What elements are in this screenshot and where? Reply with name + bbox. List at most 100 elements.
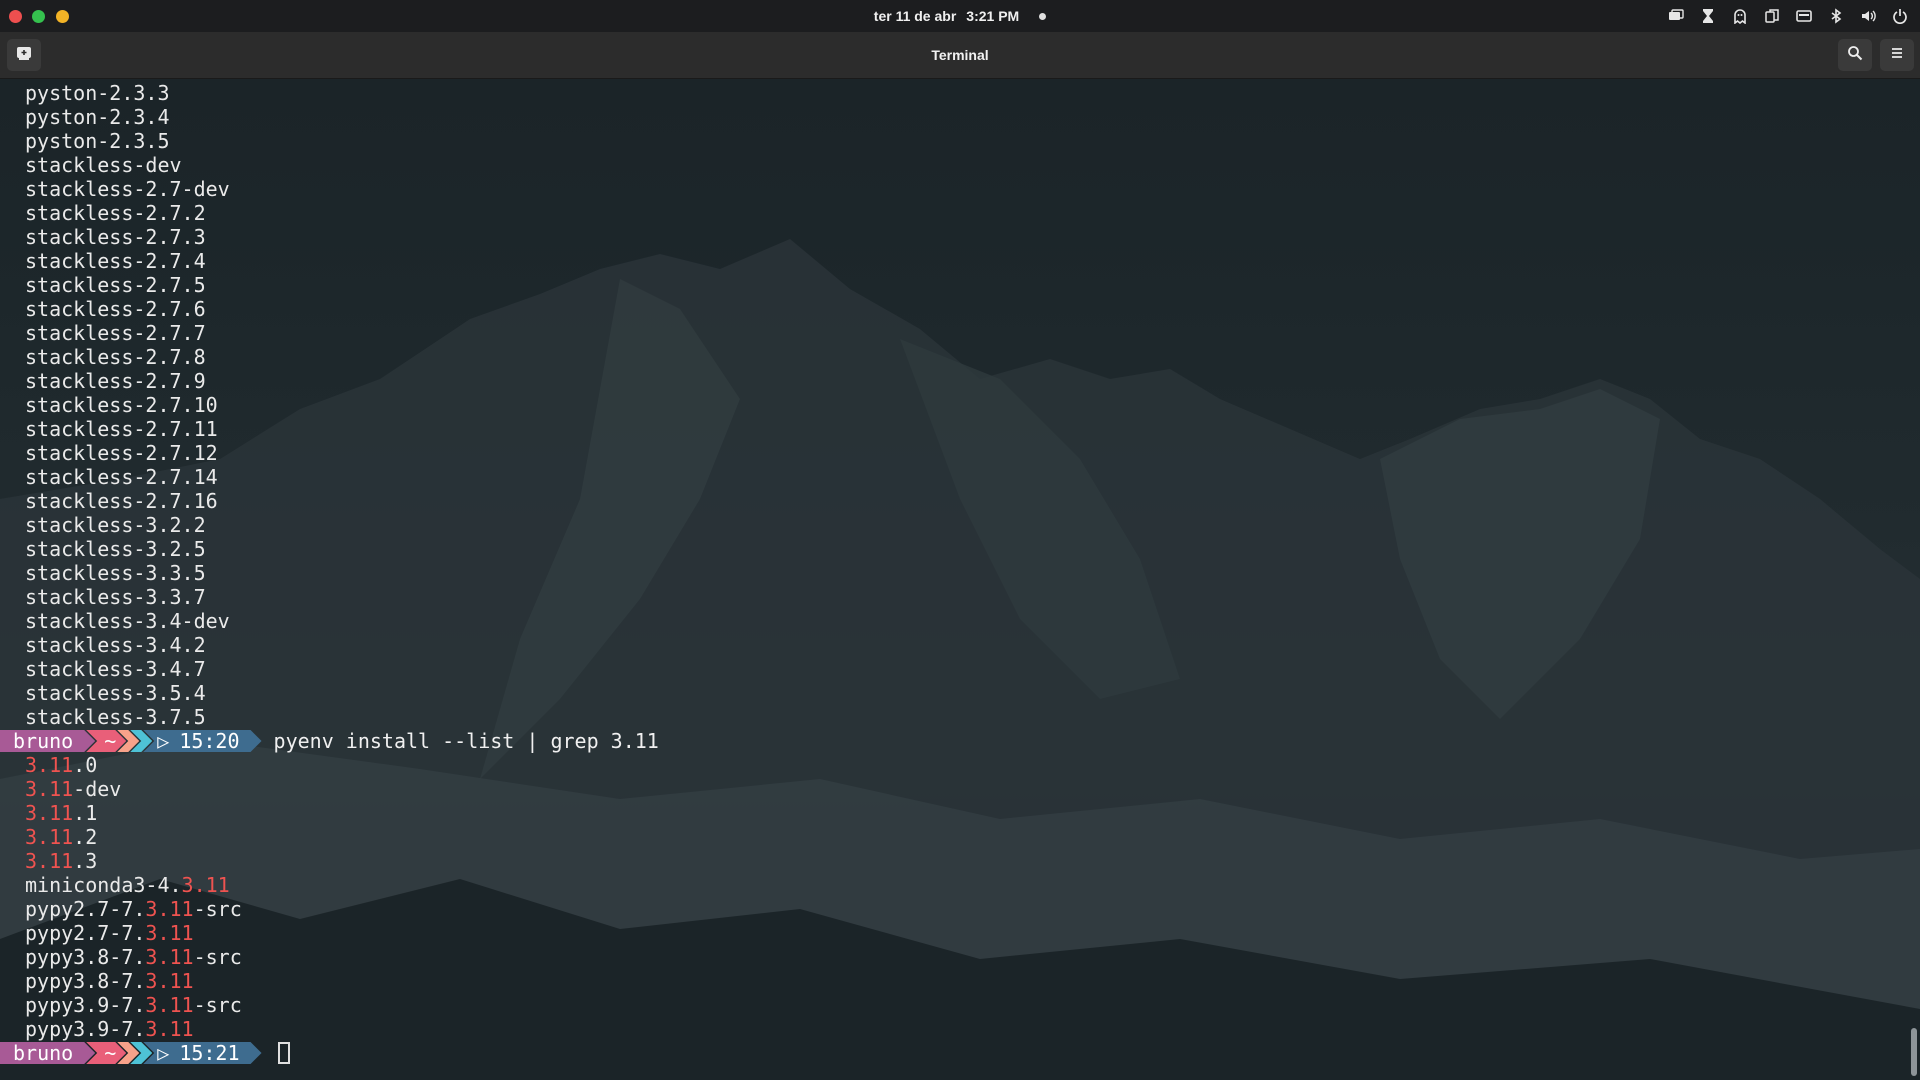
output-line: stackless-2.7.8	[25, 345, 206, 369]
hamburger-menu-icon	[1889, 45, 1905, 66]
grep-match: 3.11	[145, 993, 194, 1017]
search-icon	[1847, 45, 1863, 66]
system-top-bar: ter 11 de abr 3:21 PM	[0, 0, 1920, 32]
grep-result-line: 3.11.3	[0, 849, 1900, 873]
grep-match: 3.11	[181, 873, 230, 897]
grep-text: pypy3.8-7.	[25, 969, 146, 993]
prompt-time: 15:20	[179, 729, 240, 753]
bluetooth-icon[interactable]	[1824, 4, 1848, 28]
grep-result-line: pypy3.8-7.3.11	[0, 969, 1900, 993]
grep-text: .0	[73, 753, 98, 777]
prompt-time: 15:21	[179, 1041, 240, 1065]
prompt-line: bruno ~ ▷ 15:20 pyenv install --list | grep …	[0, 729, 1900, 753]
output-line: stackless-2.7.14	[25, 465, 218, 489]
output-line: stackless-2.7.2	[25, 201, 206, 225]
grep-result-line: pypy2.7-7.3.11-src	[0, 897, 1900, 921]
output-line: stackless-3.4-dev	[25, 609, 230, 633]
grep-text: pypy3.9-7.	[25, 993, 146, 1017]
new-tab-icon	[16, 45, 32, 66]
volume-icon[interactable]	[1856, 4, 1880, 28]
clock-date: ter 11 de abr	[873, 8, 957, 24]
grep-result-line: pypy3.9-7.3.11-src	[0, 993, 1900, 1017]
output-line: stackless-2.7-dev	[25, 177, 230, 201]
search-button[interactable]	[1838, 39, 1872, 71]
scrollbar-thumb[interactable]	[1911, 1028, 1917, 1076]
terminal-viewport[interactable]: pyston-2.3.3 pyston-2.3.4 pyston-2.3.5 stac…	[0, 79, 1920, 1080]
scrollbar[interactable]	[1908, 79, 1920, 1080]
output-line: stackless-2.7.9	[25, 369, 206, 393]
grep-match: 3.11	[145, 945, 194, 969]
grep-text: .3	[73, 849, 98, 873]
output-line: stackless-3.7.5	[25, 705, 206, 729]
clock-time: 3:21 PM	[966, 8, 1020, 24]
grep-text: pypy2.7-7.	[25, 921, 146, 945]
output-line: stackless-3.3.7	[25, 585, 206, 609]
new-tab-button[interactable]	[7, 39, 41, 71]
grep-text: pypy3.8-7.	[25, 945, 146, 969]
output-line: stackless-2.7.7	[25, 321, 206, 345]
grep-result-line: pypy3.9-7.3.11	[0, 1017, 1900, 1041]
window-maximize-button[interactable]	[56, 10, 69, 23]
text-cursor[interactable]	[277, 1042, 290, 1064]
output-line: stackless-2.7.5	[25, 273, 206, 297]
play-triangle-icon: ▷	[157, 1041, 170, 1065]
play-triangle-icon: ▷	[157, 729, 170, 753]
grep-match: 3.11	[25, 825, 74, 849]
grep-match: 3.11	[145, 1017, 194, 1041]
hourglass-icon[interactable]	[1696, 4, 1720, 28]
output-line: stackless-3.3.5	[25, 561, 206, 585]
prompt-user-segment: bruno	[0, 1042, 95, 1064]
output-line: stackless-2.7.11	[25, 417, 218, 441]
grep-result-line: 3.11.0	[0, 753, 1900, 777]
grep-result-line: pypy2.7-7.3.11	[0, 921, 1900, 945]
system-tray	[1656, 0, 1912, 32]
output-line: pyston-2.3.5	[25, 129, 170, 153]
prompt-line: bruno ~ ▷ 15:21	[0, 1041, 1900, 1065]
output-line: stackless-2.7.16	[25, 489, 218, 513]
output-line: stackless-3.4.7	[25, 657, 206, 681]
grep-text: .1	[73, 801, 98, 825]
grep-result-line: 3.11.1	[0, 801, 1900, 825]
grep-text: miniconda3-4.	[25, 873, 182, 897]
output-line: stackless-2.7.10	[25, 393, 218, 417]
grep-match: 3.11	[25, 753, 74, 777]
output-line: stackless-3.2.2	[25, 513, 206, 537]
output-line: stackless-3.4.2	[25, 633, 206, 657]
grep-result-line: pypy3.8-7.3.11-src	[0, 945, 1900, 969]
grep-text: pypy2.7-7.	[25, 897, 146, 921]
window-close-button[interactable]	[9, 10, 22, 23]
grep-result-line: 3.11-dev	[0, 777, 1900, 801]
grep-match: 3.11	[25, 777, 74, 801]
grep-text: -dev	[73, 777, 122, 801]
clock[interactable]: ter 11 de abr 3:21 PM	[0, 0, 1920, 32]
power-icon[interactable]	[1888, 4, 1912, 28]
keyboard-icon[interactable]	[1792, 4, 1816, 28]
menu-button[interactable]	[1880, 39, 1914, 71]
grep-result-line: 3.11.2	[0, 825, 1900, 849]
grep-result-line: miniconda3-4.3.11	[0, 873, 1900, 897]
prompt-time-segment: ▷ 15:20	[143, 730, 261, 752]
grep-text: -src	[193, 993, 242, 1017]
output-line: stackless-2.7.3	[25, 225, 206, 249]
output-line: stackless-2.7.12	[25, 441, 218, 465]
command-text: pyenv install --list | grep 3.11	[273, 729, 659, 753]
grep-text: -src	[193, 897, 242, 921]
grep-text: -src	[193, 945, 242, 969]
prompt-time-segment: ▷ 15:21	[143, 1042, 261, 1064]
window-switcher-icon[interactable]	[1664, 4, 1688, 28]
output-line: pyston-2.3.3	[25, 81, 170, 105]
output-line: pyston-2.3.4	[25, 105, 170, 129]
output-line: stackless-3.2.5	[25, 537, 206, 561]
grep-match: 3.11	[145, 969, 194, 993]
grep-match: 3.11	[145, 921, 194, 945]
ghost-icon[interactable]	[1728, 4, 1752, 28]
terminal-header-bar: Terminal	[0, 32, 1920, 79]
copy-icon[interactable]	[1760, 4, 1784, 28]
grep-match: 3.11	[25, 849, 74, 873]
notification-dot-icon	[1039, 12, 1047, 20]
output-line: stackless-2.7.6	[25, 297, 206, 321]
grep-text: .2	[73, 825, 98, 849]
window-minimize-button[interactable]	[32, 10, 45, 23]
terminal-output: pyston-2.3.3 pyston-2.3.4 pyston-2.3.5 stac…	[0, 81, 1900, 1065]
grep-match: 3.11	[25, 801, 74, 825]
